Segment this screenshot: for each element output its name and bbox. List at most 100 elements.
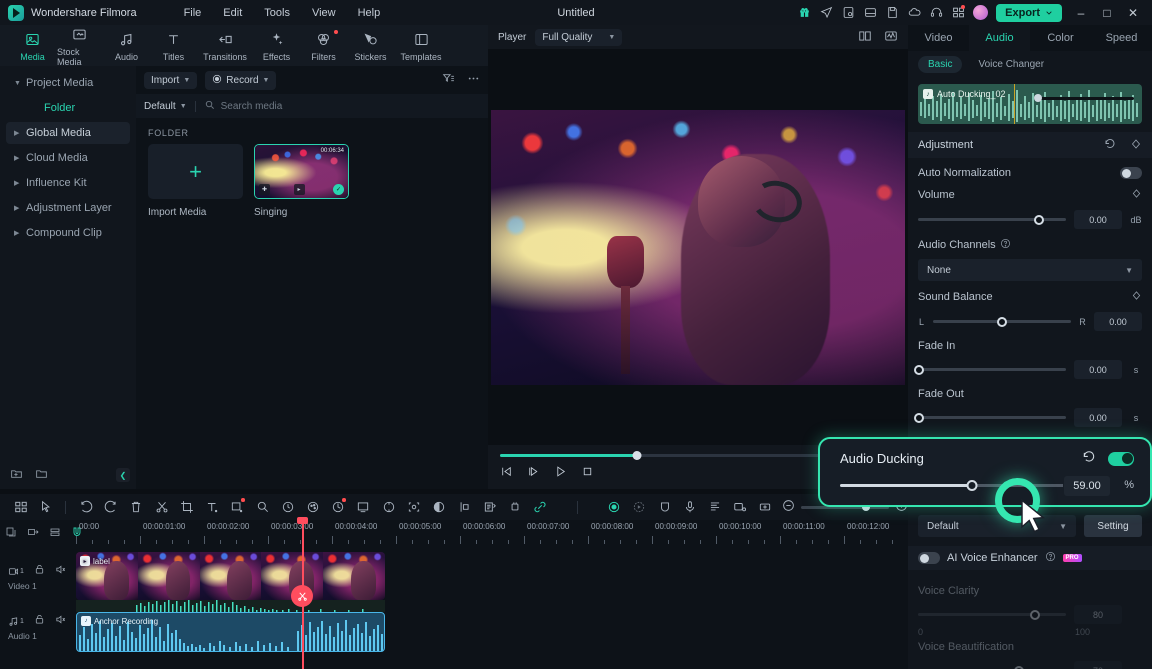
note-icon[interactable] [837, 0, 859, 25]
silence-detect-icon[interactable] [477, 494, 502, 520]
keyframe-diamond-icon[interactable] [1130, 138, 1142, 153]
new-folder-icon[interactable] [10, 467, 23, 483]
tab-speed[interactable]: Speed [1091, 25, 1152, 51]
crop-icon[interactable] [174, 494, 199, 520]
stack-icon[interactable] [44, 520, 66, 544]
audio-waveform-preview[interactable]: ♪ Auto Ducking_02 [918, 84, 1142, 124]
help-icon[interactable] [1000, 238, 1011, 252]
keyframe-icon[interactable] [452, 494, 477, 520]
motion-track-icon[interactable] [401, 494, 426, 520]
fade-out-knob[interactable] [914, 412, 925, 423]
voice-clarity-slider[interactable] [918, 609, 1066, 620]
mute-track-icon[interactable] [55, 614, 66, 628]
play-button[interactable] [554, 465, 567, 481]
stop-button[interactable] [581, 465, 594, 481]
sidebar-subitem-folder[interactable]: Folder [6, 97, 130, 119]
marker-icon[interactable] [502, 494, 527, 520]
split-view-icon[interactable] [858, 29, 872, 46]
redo-icon[interactable] [99, 494, 124, 520]
help-icon[interactable] [1045, 551, 1056, 565]
render-preview-icon[interactable] [627, 494, 652, 520]
subtab-voice-changer[interactable]: Voice Changer [968, 56, 1054, 73]
sidebar-item-project-media[interactable]: ▼ Project Media [6, 72, 130, 94]
audio-ducking-toggle[interactable] [1108, 451, 1134, 466]
lock-track-icon[interactable] [34, 564, 45, 578]
text-icon[interactable] [200, 494, 225, 520]
reset-icon[interactable] [1104, 138, 1116, 153]
setting-button[interactable]: Setting [1084, 515, 1142, 537]
voice-clarity-knob[interactable] [1029, 609, 1040, 620]
ribbon-tab-audio[interactable]: Audio [104, 30, 149, 62]
select-tool-icon[interactable] [33, 494, 58, 520]
maximize-button[interactable]: □ [1094, 0, 1120, 25]
sidebar-item-cloud-media[interactable]: ▶ Cloud Media [6, 147, 130, 169]
sidebar-item-influence-kit[interactable]: ▶ Influence Kit [6, 172, 130, 194]
sound-balance-slider[interactable] [933, 316, 1071, 327]
panel-icon[interactable] [859, 0, 881, 25]
timeline-clip-video[interactable]: ▸ label [76, 552, 385, 600]
quality-dropdown[interactable]: Full Quality ▼ [535, 28, 623, 46]
delete-icon[interactable] [124, 494, 149, 520]
close-button[interactable]: ✕ [1120, 0, 1146, 25]
voice-beautification-value[interactable]: 70 [1074, 661, 1122, 669]
menu-help[interactable]: Help [347, 3, 392, 23]
waveform-zoom-knob[interactable] [1034, 94, 1042, 102]
audio-ducking-value[interactable]: 59.00 [1064, 476, 1110, 496]
split-scissors-icon[interactable] [149, 494, 174, 520]
ribbon-tab-titles[interactable]: Titles [151, 30, 196, 62]
more-options-icon[interactable] [467, 72, 480, 88]
next-frame-button[interactable] [527, 465, 540, 481]
reset-icon[interactable] [1082, 450, 1096, 467]
color-match-icon[interactable] [250, 494, 275, 520]
subtab-basic[interactable]: Basic [918, 55, 963, 73]
audio-ducking-knob[interactable] [966, 480, 978, 491]
split-clip-badge[interactable] [291, 585, 313, 607]
export-track-icon[interactable] [22, 520, 44, 544]
duplicate-icon[interactable] [0, 520, 22, 544]
grid-apps-icon[interactable] [947, 0, 969, 25]
sound-balance-value[interactable]: 0.00 [1094, 312, 1142, 331]
tab-audio[interactable]: Audio [969, 25, 1030, 51]
grid-view-icon[interactable] [8, 494, 33, 520]
voice-beautification-knob[interactable] [1013, 665, 1024, 669]
auto-reframe-icon[interactable] [326, 494, 351, 520]
record-button[interactable]: Record ▼ [205, 70, 277, 90]
sidebar-item-adjustment-layer[interactable]: ▶ Adjustment Layer [6, 197, 130, 219]
preview-icon[interactable]: ▸ [293, 184, 305, 195]
gift-icon[interactable] [793, 0, 815, 25]
ribbon-tab-filters[interactable]: Filters [301, 29, 346, 62]
volume-slider[interactable] [918, 214, 1066, 225]
folder-icon[interactable] [35, 467, 48, 483]
sidebar-item-compound-clip[interactable]: ▶ Compound Clip [6, 222, 130, 244]
headset-icon[interactable] [925, 0, 947, 25]
screen-record-icon[interactable] [728, 494, 753, 520]
mute-track-icon[interactable] [55, 564, 66, 578]
lock-track-icon[interactable] [34, 614, 45, 628]
ribbon-tab-transitions[interactable]: Transitions [198, 30, 252, 62]
cloud-upload-icon[interactable] [903, 0, 925, 25]
ribbon-tab-templates[interactable]: Templates [395, 30, 447, 62]
mask-icon[interactable] [426, 494, 451, 520]
prev-frame-button[interactable] [500, 465, 513, 481]
fade-in-knob[interactable] [914, 364, 925, 375]
tab-video[interactable]: Video [908, 25, 969, 51]
avatar[interactable] [973, 5, 989, 20]
sort-dropdown[interactable]: Default ▼ [144, 101, 187, 112]
ai-voice-enhancer-toggle[interactable] [918, 552, 940, 564]
ribbon-tab-stickers[interactable]: Stickers [348, 30, 393, 62]
scope-waveform-icon[interactable] [884, 29, 898, 46]
speed-icon[interactable] [275, 494, 300, 520]
tab-color[interactable]: Color [1030, 25, 1091, 51]
keyframe-diamond-icon[interactable] [1131, 290, 1142, 304]
fade-in-slider[interactable] [914, 364, 1066, 375]
collapse-sidebar-button[interactable]: ❮ [116, 468, 130, 482]
stabilize-icon[interactable] [376, 494, 401, 520]
ribbon-tab-media[interactable]: Media [10, 30, 55, 62]
timeline-clip-audio[interactable]: ♪ Anchor Recording [76, 612, 385, 652]
shield-icon[interactable] [652, 494, 677, 520]
import-media-tile[interactable]: + Import Media [148, 144, 243, 218]
video-track-icon[interactable]: 1 [8, 566, 24, 577]
pip-icon[interactable] [225, 494, 250, 520]
fade-in-value[interactable]: 0.00 [1074, 360, 1122, 379]
media-item-thumb[interactable]: 00:06:34 ✚ ▸ ✓ [254, 144, 349, 199]
